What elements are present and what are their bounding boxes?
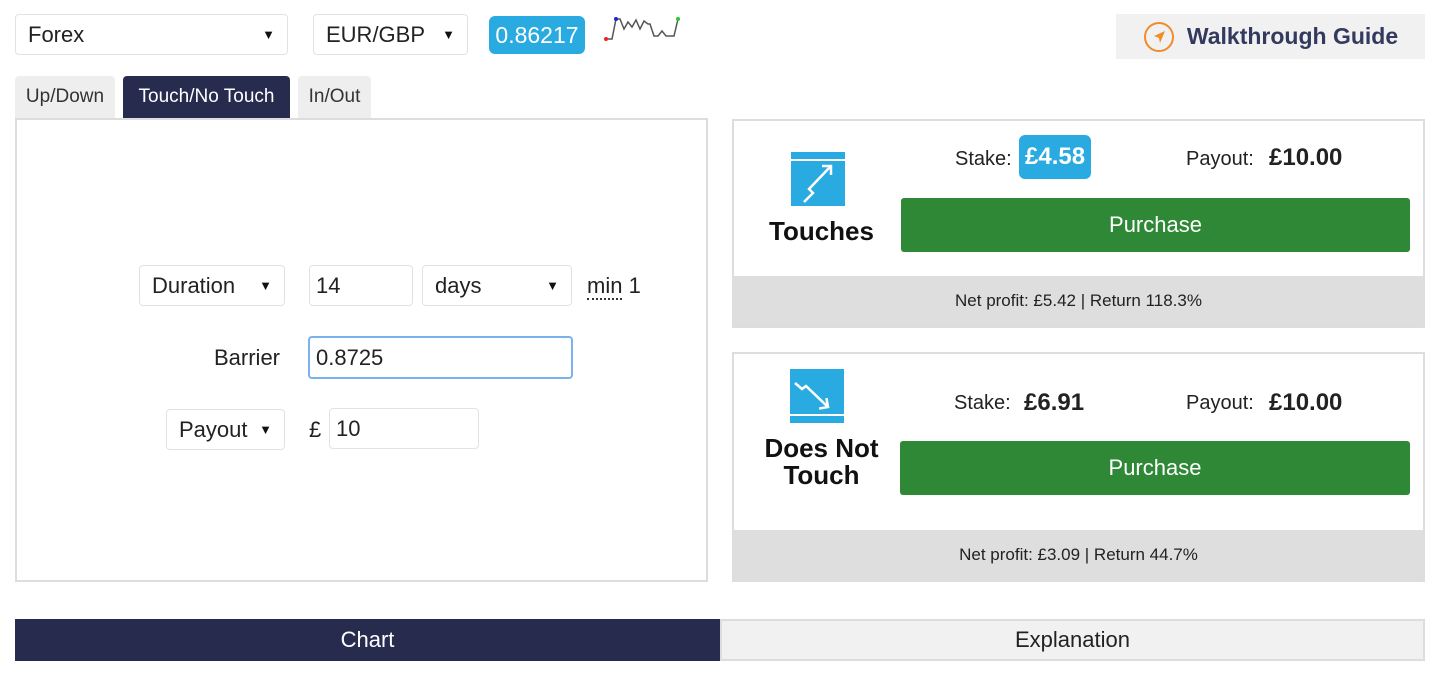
payout-value: £10.00 — [1269, 389, 1343, 416]
stake-value: £4.58 — [1019, 135, 1092, 179]
sparkline-icon — [604, 17, 680, 41]
tab-explanation[interactable]: Explanation — [720, 619, 1425, 661]
amount-input[interactable]: 10 — [329, 408, 479, 449]
market-value: Forex — [28, 21, 85, 47]
chevron-down-icon: ▼ — [259, 422, 272, 437]
walkthrough-guide-button[interactable]: Walkthrough Guide — [1116, 14, 1425, 59]
currency-symbol: £ — [309, 417, 322, 442]
tab-in-out[interactable]: In/Out — [298, 76, 371, 118]
barrier-input[interactable]: 0.8725 — [308, 336, 573, 379]
chevron-down-icon: ▼ — [262, 27, 275, 42]
guide-label: Walkthrough Guide — [1186, 23, 1399, 49]
symbol-select[interactable]: EUR/GBP ▼ — [313, 14, 468, 55]
duration-unit-select[interactable]: days ▼ — [422, 265, 572, 306]
contract-footer: Net profit: £5.42 | Return 118.3% — [734, 276, 1423, 326]
tab-chart[interactable]: Chart — [15, 619, 720, 661]
min-value: 1 — [628, 273, 641, 298]
price-badge: 0.86217 — [489, 16, 585, 54]
touch-chart-icon — [791, 152, 845, 206]
contract-name: Touches — [769, 216, 874, 246]
chevron-down-icon: ▼ — [442, 27, 455, 42]
contract-card-does-not-touch: Does Not Touch Stake: £6.91 Payout: £10.… — [732, 352, 1425, 582]
amount-type-value: Payout — [179, 416, 248, 442]
tab-up-down[interactable]: Up/Down — [15, 76, 115, 118]
contract-footer: Net profit: £3.09 | Return 44.7% — [734, 530, 1423, 580]
duration-input[interactable]: 14 — [309, 265, 413, 306]
stake-value: £6.91 — [1024, 389, 1085, 416]
min-label: min — [587, 273, 623, 300]
amount-type-select[interactable]: Payout ▼ — [166, 409, 285, 450]
purchase-touches-button[interactable]: Purchase — [901, 198, 1410, 252]
duration-type-select[interactable]: Duration ▼ — [139, 265, 285, 306]
chevron-down-icon: ▼ — [259, 278, 272, 293]
barrier-label: Barrier — [214, 345, 281, 370]
tab-touch-no-touch[interactable]: Touch/No Touch — [123, 76, 290, 118]
payout-value: £10.00 — [1269, 144, 1343, 171]
stake-label: Stake: — [955, 148, 1012, 170]
symbol-value: EUR/GBP — [326, 21, 426, 47]
market-select[interactable]: Forex ▼ — [15, 14, 288, 55]
purchase-no-touch-button[interactable]: Purchase — [900, 441, 1410, 495]
navigation-arrow-icon — [1143, 21, 1174, 52]
contract-name: Does Not Touch — [764, 433, 879, 490]
duration-type-value: Duration — [152, 272, 236, 298]
payout-label: Payout: — [1186, 148, 1254, 170]
contract-card-touches: Touches Stake: £4.58 Payout: £10.00 Purc… — [732, 119, 1425, 328]
no-touch-chart-icon — [790, 369, 844, 423]
payout-label: Payout: — [1186, 392, 1254, 414]
chevron-down-icon: ▼ — [546, 278, 559, 293]
duration-unit-value: days — [435, 272, 482, 298]
stake-label: Stake: — [954, 392, 1011, 414]
